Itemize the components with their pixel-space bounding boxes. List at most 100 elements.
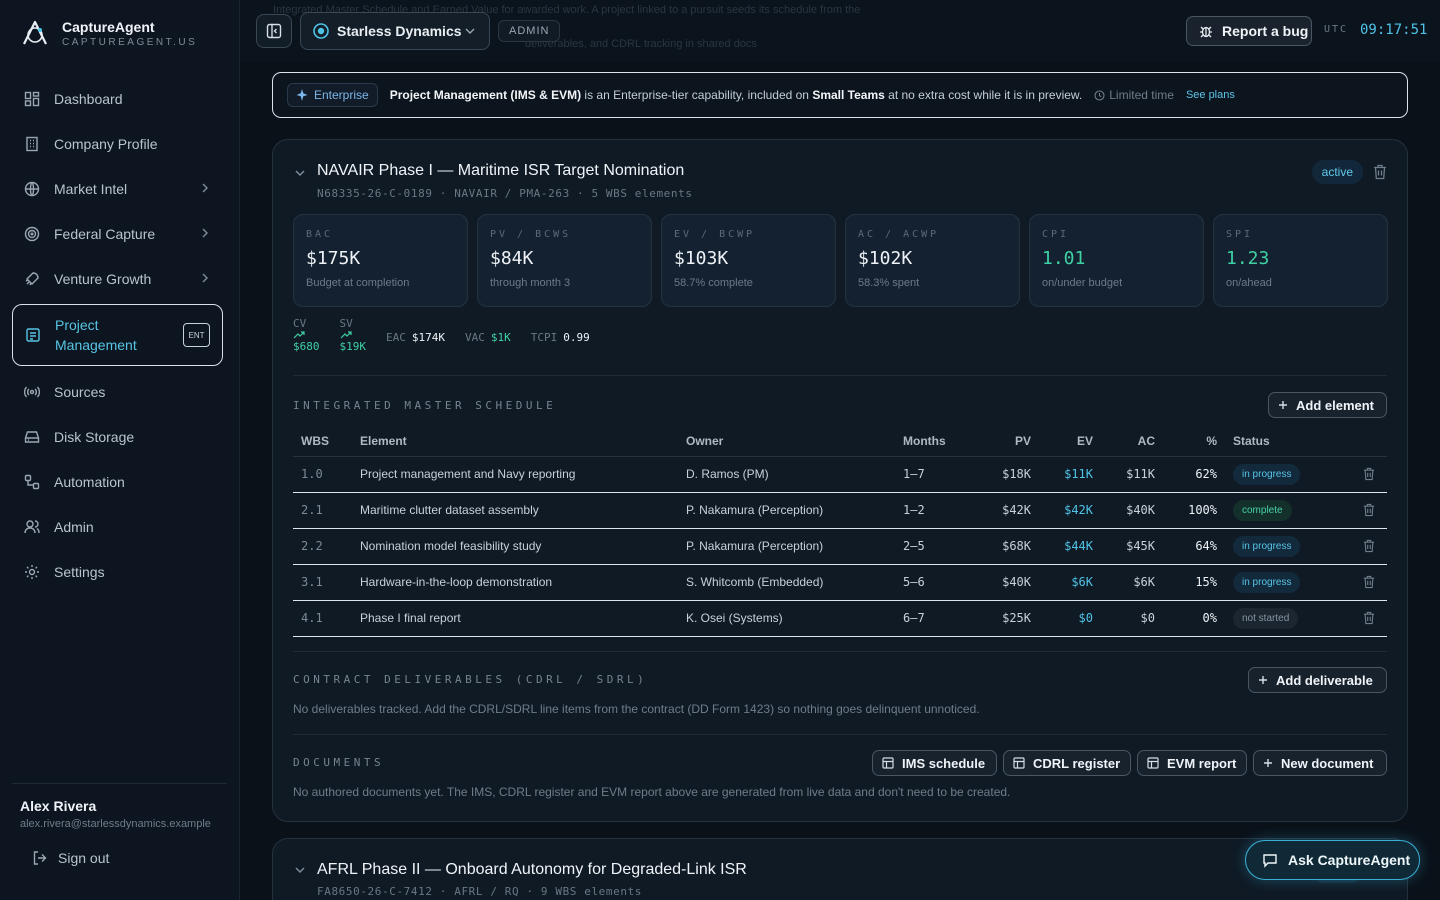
sign-out-icon — [32, 850, 48, 866]
metric-value: $103K — [674, 248, 729, 269]
cell-status: complete — [1225, 492, 1355, 529]
sidebar-item-label: Company Profile — [54, 135, 158, 152]
report-bug-button[interactable]: Report a bug — [1186, 16, 1312, 46]
sign-out-button[interactable]: Sign out — [20, 850, 219, 866]
delete-row-icon[interactable] — [1363, 467, 1379, 481]
see-plans-link[interactable]: See plans — [1186, 89, 1235, 101]
project-title[interactable]: AFRL Phase II — Onboard Autonomy for Deg… — [317, 861, 747, 879]
metric-spi: SPI 1.23 on/ahead — [1213, 214, 1388, 307]
brand-domain: CAPTUREAGENT.US — [62, 36, 198, 48]
plus-icon — [1263, 758, 1273, 768]
evm-metrics: BAC $175K Budget at completion PV / BCWS… — [293, 214, 1388, 307]
delete-row-icon[interactable] — [1363, 575, 1379, 589]
column-header: % — [1163, 427, 1225, 457]
cell-ev: $11K — [1039, 456, 1101, 493]
sidebar-item-project-management[interactable]: Project Management ENT — [12, 304, 223, 366]
metric-value: 1.01 — [1042, 248, 1086, 269]
delete-row-icon[interactable] — [1363, 539, 1379, 553]
new-document-button[interactable]: New document — [1253, 750, 1387, 776]
ask-captureagent-label: Ask CaptureAgent — [1288, 852, 1411, 868]
cell-ev: $44K — [1039, 528, 1101, 565]
sidebar-item-label: Dashboard — [54, 90, 123, 107]
documents-empty-text: No authored documents yet. The IMS, CDRL… — [293, 785, 1011, 799]
cell-status: in progress — [1225, 564, 1355, 601]
metric-value: $102K — [858, 248, 913, 269]
add-element-label: Add element — [1296, 397, 1375, 413]
column-header: PV — [965, 427, 1039, 457]
add-deliverable-button[interactable]: Add deliverable — [1248, 667, 1387, 693]
sidebar-item-automation[interactable]: Automation — [12, 459, 223, 504]
sidebar-item-settings[interactable]: Settings — [12, 549, 223, 594]
cell-pv: $40K — [965, 564, 1039, 601]
project-title[interactable]: NAVAIR Phase I — Maritime ISR Target Nom… — [317, 162, 684, 180]
sidebar-item-market-intel[interactable]: Market Intel — [12, 166, 223, 211]
cell-ev: $0 — [1039, 600, 1101, 637]
delete-row-icon[interactable] — [1363, 503, 1379, 517]
sidebar-item-dashboard[interactable]: Dashboard — [12, 76, 223, 121]
cell-pct: 100% — [1163, 492, 1225, 529]
table-row[interactable]: 2.1 Maritime clutter dataset assembly P.… — [293, 492, 1387, 529]
notice-tier: Small Teams — [812, 88, 885, 102]
metric-sub: 58.7% complete — [674, 277, 753, 289]
cv-label: CV — [293, 317, 307, 330]
add-element-button[interactable]: Add element — [1268, 392, 1387, 418]
sidebar-item-company-profile[interactable]: Company Profile — [12, 121, 223, 166]
hard-drive-icon — [24, 429, 40, 445]
sidebar-item-admin[interactable]: Admin — [12, 504, 223, 549]
metric-value: 1.23 — [1226, 248, 1270, 269]
status-badge: in progress — [1233, 535, 1301, 557]
table-row[interactable]: 2.2 Nomination model feasibility study P… — [293, 528, 1387, 565]
cell-wbs: 2.2 — [293, 528, 352, 565]
sidebar-toggle-button[interactable] — [256, 14, 292, 48]
cell-ac: $11K — [1101, 456, 1163, 493]
sidebar-item-federal-capture[interactable]: Federal Capture — [12, 211, 223, 256]
tcpi-value: 0.99 — [563, 331, 590, 344]
collapse-chevron-icon[interactable] — [293, 162, 307, 184]
cell-pv: $18K — [965, 456, 1039, 493]
metric-sub: through month 3 — [490, 277, 571, 289]
sidebar-item-disk-storage[interactable]: Disk Storage — [12, 414, 223, 459]
project-meta: N68335-26-C-0189 · NAVAIR / PMA-263 · 5 … — [317, 187, 693, 200]
metric-sub: 58.3% spent — [858, 277, 920, 289]
delete-project-icon[interactable] — [1373, 164, 1387, 180]
sidebar-item-label: Market Intel — [54, 180, 128, 197]
cell-actions — [1355, 564, 1387, 601]
sidebar-item-label: Settings — [54, 563, 105, 580]
cell-months: 1–2 — [895, 492, 965, 529]
cdrl-register-button[interactable]: CDRL register — [1003, 750, 1131, 776]
cell-element: Hardware-in-the-loop demonstration — [352, 564, 678, 601]
target-icon — [24, 226, 40, 242]
brand[interactable]: CaptureAgent CAPTUREAGENT.US — [20, 18, 197, 48]
background-intro-text-2: deliverables, and CDRL tracking in share… — [525, 38, 757, 50]
ims-schedule-button[interactable]: IMS schedule — [872, 750, 997, 776]
trend-up-icon — [340, 330, 367, 340]
cell-status: in progress — [1225, 456, 1355, 493]
notice-text-1: is an Enterprise-tier capability, includ… — [584, 88, 809, 102]
cell-actions — [1355, 528, 1387, 565]
table-row[interactable]: 3.1 Hardware-in-the-loop demonstration S… — [293, 564, 1387, 601]
project-status-badge: active — [1311, 160, 1363, 184]
project-card: NAVAIR Phase I — Maritime ISR Target Nom… — [272, 139, 1408, 822]
workflow-icon — [24, 474, 40, 490]
evm-report-button[interactable]: EVM report — [1137, 750, 1247, 776]
sidebar-item-sources[interactable]: Sources — [12, 369, 223, 414]
sv-label: SV — [339, 317, 353, 330]
table-row[interactable]: 1.0 Project management and Navy reportin… — [293, 456, 1387, 493]
sidebar-item-venture-growth[interactable]: Venture Growth — [12, 256, 223, 301]
ask-captureagent-button[interactable]: Ask CaptureAgent — [1245, 840, 1420, 880]
table-row[interactable]: 4.1 Phase I final report K. Osei (System… — [293, 600, 1387, 637]
org-icon — [313, 23, 329, 39]
cell-ac: $0 — [1101, 600, 1163, 637]
delete-row-icon[interactable] — [1363, 611, 1379, 625]
variance-vac: VAC $1K — [465, 331, 511, 344]
cell-element: Project management and Navy reporting — [352, 456, 678, 493]
column-header: Owner — [678, 427, 895, 457]
column-header: Status — [1225, 427, 1355, 457]
collapse-chevron-icon[interactable] — [293, 859, 307, 881]
table-icon — [882, 757, 894, 769]
cell-actions — [1355, 492, 1387, 529]
status-badge: in progress — [1233, 463, 1301, 485]
organization-selector[interactable]: Starless Dynamics — [300, 12, 490, 50]
rocket-icon — [24, 271, 40, 287]
cell-owner: S. Whitcomb (Embedded) — [678, 564, 895, 601]
